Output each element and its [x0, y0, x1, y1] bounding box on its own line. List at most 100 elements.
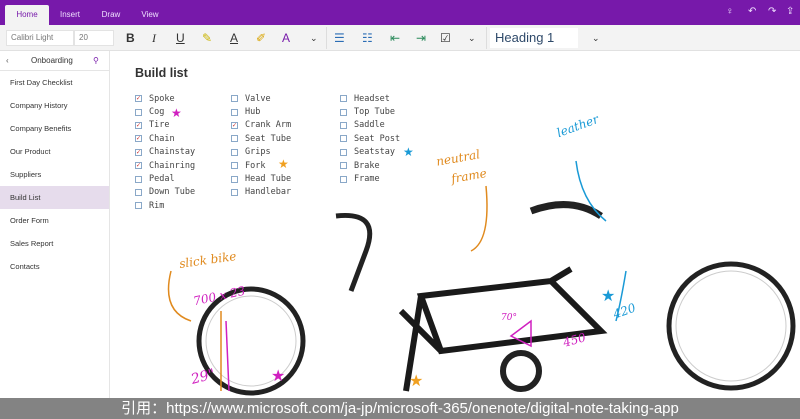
sidebar-item-order-form[interactable]: Order Form: [0, 209, 109, 232]
star-annotation: ★: [601, 288, 615, 305]
checklist-item-label: Chainring: [149, 160, 196, 171]
unchecked-checkbox[interactable]: [340, 121, 347, 129]
indent-icon[interactable]: ⇥: [416, 29, 426, 47]
checked-checkbox[interactable]: ✓: [135, 148, 142, 156]
checklist-item: Fork: [231, 159, 291, 172]
unchecked-checkbox[interactable]: [231, 95, 238, 103]
checked-checkbox[interactable]: ✓: [231, 121, 238, 129]
numbered-list-icon[interactable]: ☷: [362, 29, 373, 47]
back-icon[interactable]: ‹: [6, 51, 9, 71]
style-chevron-icon[interactable]: ⌄: [592, 29, 600, 47]
unchecked-checkbox[interactable]: [231, 135, 238, 143]
note-canvas[interactable]: ★ ★ ★ ★ ★ ★ Build list ✓ Spoke Cog ✓ Tire ✓ Ch…: [111, 51, 800, 398]
unchecked-checkbox[interactable]: [231, 188, 238, 196]
checklist-item: Seat Post: [340, 132, 400, 145]
checklist-item: ✓ Chainring: [135, 159, 195, 172]
checklist-item-label: Rim: [149, 200, 165, 211]
checklist-item: Headset: [340, 92, 400, 105]
more-chevron-icon[interactable]: ⌄: [310, 29, 318, 47]
checklist-item-label: Frame: [354, 174, 380, 185]
checklist-item: Cog: [135, 105, 195, 118]
unchecked-checkbox[interactable]: [135, 188, 142, 196]
checklist-item-label: Head Tube: [245, 174, 292, 185]
tab-insert[interactable]: Insert: [52, 5, 88, 25]
clear-format-icon[interactable]: ✐: [256, 29, 266, 47]
more-chevron-icon[interactable]: ⌄: [468, 29, 476, 47]
underline-button[interactable]: U: [176, 29, 185, 47]
sidebar-item-company-history[interactable]: Company History: [0, 94, 109, 117]
sidebar-item-build-list[interactable]: Build List: [0, 186, 109, 209]
checklist-item: Frame: [340, 172, 400, 185]
highlight-icon[interactable]: ✎: [202, 29, 212, 47]
checklist-item: Head Tube: [231, 172, 291, 185]
checklist-item: Down Tube: [135, 186, 195, 199]
checkbox-tag-icon[interactable]: ☑: [440, 29, 451, 47]
font-size-field[interactable]: 20: [74, 30, 114, 46]
unchecked-checkbox[interactable]: [135, 202, 142, 210]
unchecked-checkbox[interactable]: [340, 148, 347, 156]
checklist-column: ✓ Spoke Cog ✓ Tire ✓ Chain ✓ Chainstay ✓ Chainring…: [135, 92, 195, 213]
checklist-column: Valve Hub ✓ Crank Arm Seat Tube Grips Fork Head…: [231, 92, 291, 199]
unchecked-checkbox[interactable]: [231, 162, 238, 170]
checked-checkbox[interactable]: ✓: [135, 135, 142, 143]
font-name-field[interactable]: Calibri Light: [6, 30, 74, 46]
lightbulb-icon[interactable]: ♀: [726, 6, 734, 17]
star-annotation: ★: [271, 368, 285, 385]
search-icon[interactable]: ⚲: [93, 51, 99, 71]
annotation-angle: 70°: [501, 313, 517, 323]
unchecked-checkbox[interactable]: [135, 175, 142, 183]
bold-button[interactable]: B: [126, 29, 135, 47]
sidebar-header: ‹ Onboarding ⚲: [0, 51, 109, 71]
checked-checkbox[interactable]: ✓: [135, 162, 142, 170]
checklist-item: Pedal: [135, 172, 195, 185]
star-annotation: ★: [409, 373, 423, 390]
italic-button[interactable]: I: [152, 29, 156, 47]
checklist-item-label: Hub: [245, 107, 261, 118]
outdent-icon[interactable]: ⇤: [390, 29, 400, 47]
page-sidebar: ‹ Onboarding ⚲ First Day Checklist Compan…: [0, 51, 110, 398]
checklist-item-label: Chainstay: [149, 147, 196, 158]
checklist-item-label: Seatstay: [354, 147, 395, 158]
unchecked-checkbox[interactable]: [135, 108, 142, 116]
unchecked-checkbox[interactable]: [231, 148, 238, 156]
checklist-item: Top Tube: [340, 105, 400, 118]
checklist-item: Seat Tube: [231, 132, 291, 145]
style-selector[interactable]: Heading 1: [490, 28, 578, 48]
font-color-icon[interactable]: A: [230, 29, 238, 47]
checklist-item-label: Chain: [149, 133, 175, 144]
sidebar-item-suppliers[interactable]: Suppliers: [0, 163, 109, 186]
unchecked-checkbox[interactable]: [231, 108, 238, 116]
unchecked-checkbox[interactable]: [340, 162, 347, 170]
tab-home[interactable]: Home: [5, 5, 49, 25]
unchecked-checkbox[interactable]: [340, 135, 347, 143]
styles-icon[interactable]: A: [282, 29, 290, 47]
checklist-item-label: Grips: [245, 147, 271, 158]
checked-checkbox[interactable]: ✓: [135, 121, 142, 129]
tab-view[interactable]: View: [132, 5, 168, 25]
checklist-item-label: Pedal: [149, 174, 175, 185]
checked-checkbox[interactable]: ✓: [135, 95, 142, 103]
sidebar-item-first-day-checklist[interactable]: First Day Checklist: [0, 71, 109, 94]
sidebar-item-our-product[interactable]: Our Product: [0, 140, 109, 163]
checklist-item-label: Handlebar: [245, 187, 292, 198]
share-icon[interactable]: ⇪: [786, 6, 794, 17]
checklist-item-label: Top Tube: [354, 107, 395, 118]
sidebar-item-company-benefits[interactable]: Company Benefits: [0, 117, 109, 140]
sidebar-item-contacts[interactable]: Contacts: [0, 255, 109, 278]
tab-draw[interactable]: Draw: [93, 5, 129, 25]
source-caption: 引用：https://www.microsoft.com/ja-jp/micro…: [0, 398, 800, 419]
checklist-item-label: Headset: [354, 93, 390, 104]
checklist-item: Saddle: [340, 119, 400, 132]
sidebar-item-sales-report[interactable]: Sales Report: [0, 232, 109, 255]
undo-icon[interactable]: ↶: [748, 6, 756, 17]
unchecked-checkbox[interactable]: [231, 175, 238, 183]
star-annotation: ★: [403, 145, 414, 159]
checklist-item-label: Spoke: [149, 93, 175, 104]
checklist-item-label: Crank Arm: [245, 120, 292, 131]
redo-icon[interactable]: ↷: [768, 6, 776, 17]
unchecked-checkbox[interactable]: [340, 175, 347, 183]
bullet-list-icon[interactable]: ☰: [334, 29, 345, 47]
checklist-item: Hub: [231, 105, 291, 118]
unchecked-checkbox[interactable]: [340, 95, 347, 103]
unchecked-checkbox[interactable]: [340, 108, 347, 116]
